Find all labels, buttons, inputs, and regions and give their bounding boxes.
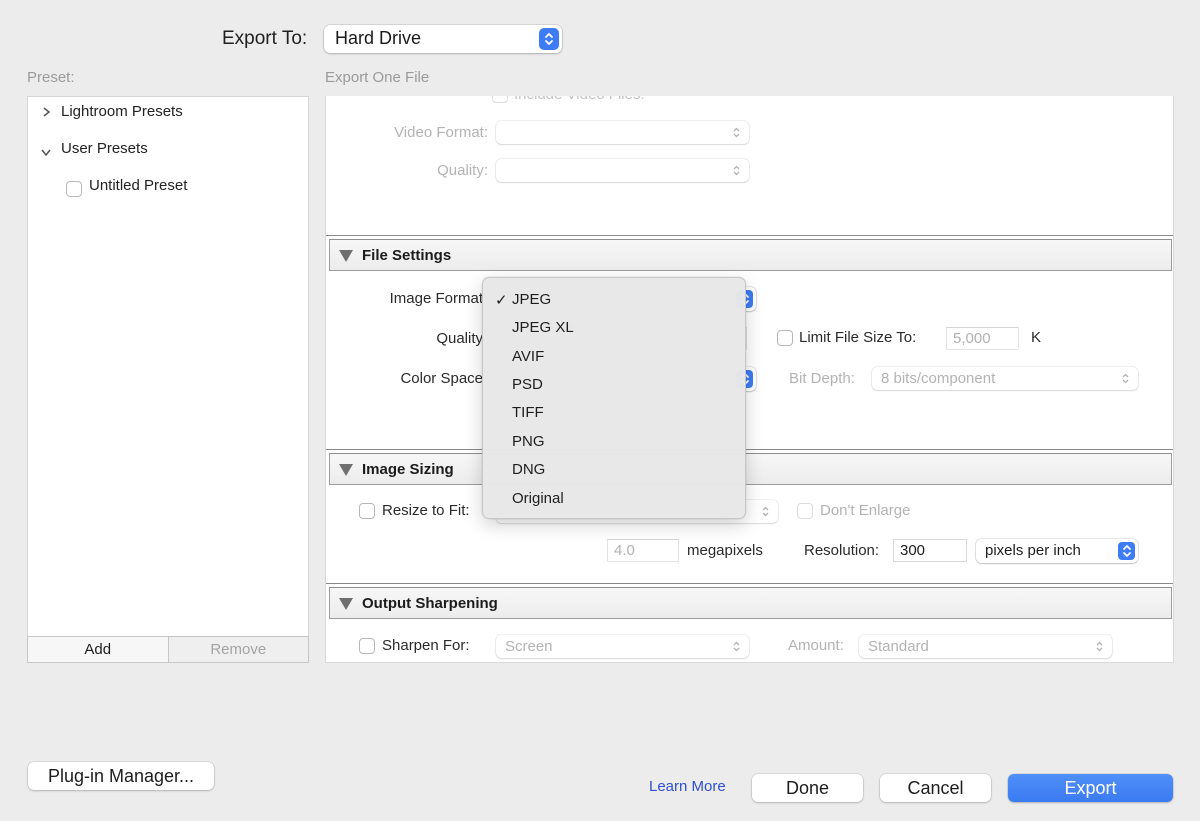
resolution-input[interactable]: 300 bbox=[893, 539, 967, 562]
export-to-select[interactable]: Hard Drive bbox=[324, 25, 562, 53]
limit-file-size-label: Limit File Size To: bbox=[799, 329, 917, 346]
menu-item-jpeg[interactable]: JPEG bbox=[512, 291, 551, 308]
video-quality-label: Quality: bbox=[437, 162, 488, 179]
limit-file-size-checkbox[interactable] bbox=[777, 330, 793, 346]
amount-label: Amount: bbox=[788, 637, 844, 654]
image-format-menu[interactable]: ✓ JPEG JPEG XL AVIF PSD TIFF PNG DNG Ori… bbox=[482, 277, 746, 519]
quality-label: Quality bbox=[436, 330, 483, 347]
resolution-label: Resolution: bbox=[804, 542, 880, 559]
megapixels-unit: megapixels bbox=[687, 542, 763, 559]
export-to-label: Export To: bbox=[222, 28, 308, 49]
video-format-select[interactable] bbox=[496, 121, 749, 144]
export-settings-panel[interactable]: Include Video Files: Video Format: Quali… bbox=[325, 96, 1174, 663]
file-settings-title: File Settings bbox=[362, 247, 452, 264]
megapixels-input[interactable]: 4.0 bbox=[607, 539, 679, 562]
color-space-label: Color Space bbox=[400, 370, 483, 387]
up-down-chevron-icon bbox=[729, 638, 743, 654]
include-video-checkbox[interactable] bbox=[492, 96, 508, 103]
menu-item-png[interactable]: PNG bbox=[512, 433, 545, 450]
output-sharpening-header[interactable]: Output Sharpening bbox=[326, 583, 1173, 619]
preset-folder-lightroom[interactable]: Lightroom Presets bbox=[61, 103, 183, 120]
video-format-label: Video Format: bbox=[394, 124, 488, 141]
sharpen-for-select[interactable]: Screen bbox=[496, 635, 749, 658]
chevron-down-icon[interactable] bbox=[40, 145, 52, 160]
output-sharpening-title: Output Sharpening bbox=[362, 595, 498, 612]
menu-item-tiff[interactable]: TIFF bbox=[512, 404, 544, 421]
preset-checkbox[interactable] bbox=[66, 181, 82, 197]
up-down-chevron-icon bbox=[729, 162, 743, 178]
preset-list: Lightroom Presets User Presets Untitled … bbox=[27, 96, 309, 636]
bit-depth-select[interactable]: 8 bits/component bbox=[872, 367, 1138, 390]
menu-item-psd[interactable]: PSD bbox=[512, 376, 543, 393]
up-down-chevron-icon bbox=[1118, 542, 1135, 560]
image-format-label: Image Format bbox=[389, 290, 483, 307]
sharpen-for-label: Sharpen For: bbox=[382, 637, 470, 654]
preset-untitled[interactable]: Untitled Preset bbox=[89, 177, 187, 194]
preset-caption: Preset: bbox=[27, 69, 75, 86]
menu-item-jpeg-xl[interactable]: JPEG XL bbox=[512, 319, 574, 336]
export-to-value: Hard Drive bbox=[335, 28, 422, 48]
image-sizing-title: Image Sizing bbox=[362, 461, 454, 478]
resize-to-fit-label: Resize to Fit: bbox=[382, 502, 470, 519]
preset-buttons: Add Remove bbox=[27, 636, 309, 663]
bit-depth-label: Bit Depth: bbox=[789, 370, 855, 387]
chevron-right-icon[interactable] bbox=[42, 106, 51, 121]
up-down-chevron-icon bbox=[1118, 370, 1132, 386]
preset-folder-user[interactable]: User Presets bbox=[61, 140, 148, 157]
disclosure-triangle-icon bbox=[339, 464, 353, 476]
dont-enlarge-label: Don't Enlarge bbox=[820, 502, 911, 519]
checkmark-icon: ✓ bbox=[495, 292, 508, 309]
disclosure-triangle-icon bbox=[339, 598, 353, 610]
disclosure-triangle-icon bbox=[339, 250, 353, 262]
cancel-button[interactable]: Cancel bbox=[880, 774, 991, 802]
menu-item-dng[interactable]: DNG bbox=[512, 461, 545, 478]
done-button[interactable]: Done bbox=[752, 774, 863, 802]
up-down-chevron-icon bbox=[758, 503, 772, 519]
add-preset-button[interactable]: Add bbox=[28, 637, 169, 662]
limit-file-size-unit: K bbox=[1031, 329, 1042, 346]
include-video-label: Include Video Files: bbox=[514, 96, 645, 103]
resize-to-fit-checkbox[interactable] bbox=[359, 503, 375, 519]
image-sizing-header[interactable]: Image Sizing bbox=[326, 449, 1173, 485]
menu-item-original[interactable]: Original bbox=[512, 490, 564, 507]
file-settings-header[interactable]: File Settings bbox=[326, 235, 1173, 271]
up-down-chevron-icon bbox=[539, 28, 559, 50]
resolution-unit-select[interactable]: pixels per inch bbox=[976, 539, 1138, 563]
up-down-chevron-icon bbox=[1092, 638, 1106, 654]
remove-preset-button[interactable]: Remove bbox=[168, 637, 308, 662]
video-quality-select[interactable] bbox=[496, 159, 749, 182]
plugin-manager-button[interactable]: Plug-in Manager... bbox=[28, 762, 214, 790]
up-down-chevron-icon bbox=[729, 124, 743, 140]
limit-file-size-input[interactable]: 5,000 bbox=[946, 327, 1019, 350]
dont-enlarge-checkbox[interactable] bbox=[797, 503, 813, 519]
learn-more-link[interactable]: Learn More bbox=[649, 778, 726, 795]
sharpen-for-checkbox[interactable] bbox=[359, 638, 375, 654]
menu-item-avif[interactable]: AVIF bbox=[512, 348, 544, 365]
export-one-file-caption: Export One File bbox=[325, 69, 430, 86]
amount-select[interactable]: Standard bbox=[859, 635, 1112, 658]
export-button[interactable]: Export bbox=[1008, 774, 1173, 802]
